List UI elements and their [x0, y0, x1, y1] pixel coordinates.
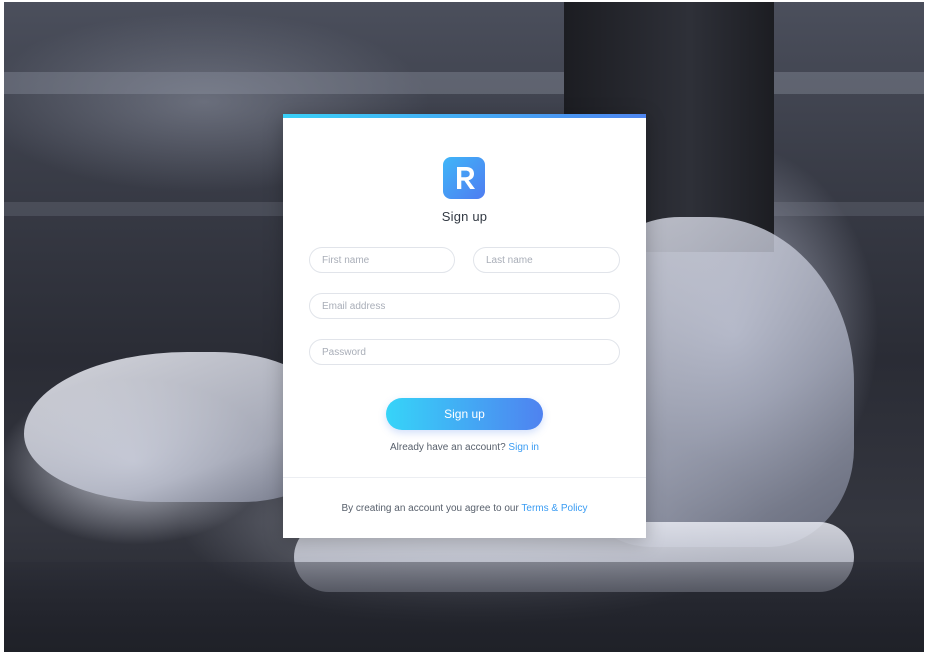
last-name-field[interactable] [473, 247, 620, 273]
signin-prompt: Already have an account? Sign in [283, 442, 646, 453]
terms-notice: By creating an account you agree to our … [283, 503, 646, 514]
r-logo-icon [443, 157, 485, 199]
password-field[interactable] [309, 339, 620, 365]
terms-notice-text: By creating an account you agree to our [341, 503, 519, 514]
page-frame: Sign up Sign up Already have an account?… [4, 2, 924, 652]
page-title: Sign up [441, 209, 488, 224]
divider [283, 477, 646, 478]
signup-card: Sign up Sign up Already have an account?… [283, 114, 646, 538]
signin-link[interactable]: Sign in [508, 442, 539, 453]
terms-link[interactable]: Terms & Policy [521, 503, 587, 514]
signup-button[interactable]: Sign up [386, 398, 543, 430]
signin-prompt-text: Already have an account? [390, 442, 506, 453]
first-name-field[interactable] [309, 247, 455, 273]
card-accent-bar [283, 114, 646, 118]
email-field[interactable] [309, 293, 620, 319]
